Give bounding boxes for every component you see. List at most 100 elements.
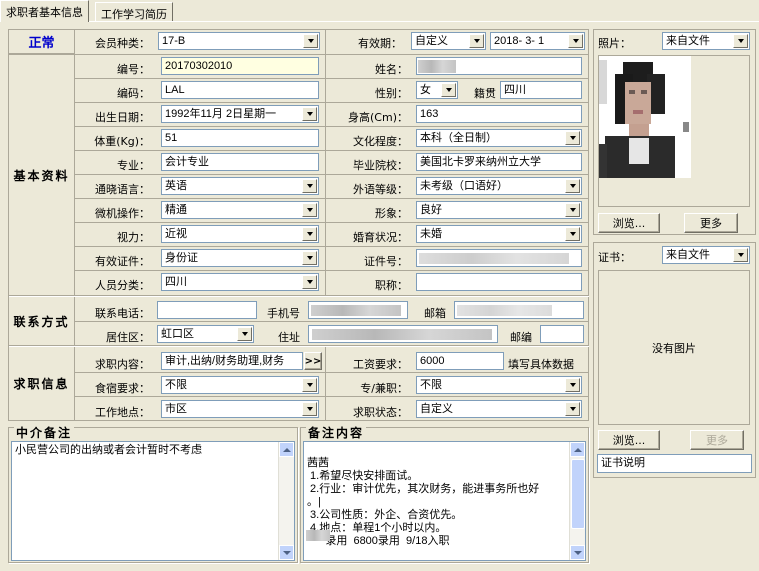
height-input[interactable]: 163 [416,105,582,123]
foreign-level-select[interactable]: 未考级（口语好） [416,177,582,195]
certificate-desc-input[interactable]: 证书说明 [597,454,752,473]
gender-label: 性别： [375,87,408,100]
board-select[interactable]: 不限 [161,376,319,394]
chevron-down-icon [565,378,580,392]
redacted-block [306,530,330,541]
divider [75,150,589,151]
section-contact-label: 联系方式 [9,297,75,345]
remarks-line: 3.公司性质：外企、合资优先。 [307,509,463,521]
school-label: 毕业院校： [353,159,408,172]
scrollbar[interactable] [278,442,294,560]
zip-input[interactable] [540,325,584,343]
scroll-thumb[interactable] [571,459,585,529]
phone-input[interactable] [157,301,257,319]
address-label: 住址 [278,331,300,344]
native-input[interactable]: 四川 [500,81,582,99]
chevron-down-icon [302,107,317,121]
tab-basic-info[interactable]: 求职者基本信息 [0,0,89,22]
birth-date-picker[interactable]: 1992年11月 2日星期一 [161,105,319,123]
redacted-block [418,60,456,73]
scroll-up-icon[interactable] [279,442,294,457]
vision-label: 视力： [117,231,150,244]
chevron-down-icon [565,179,580,193]
marriage-select[interactable]: 未婚 [416,225,582,243]
image-select[interactable]: 良好 [416,201,582,219]
weight-label: 体重(Kg)： [94,135,150,148]
number-input[interactable]: 20170302010 [161,57,319,75]
district-label: 居住区： [106,331,150,344]
photo-browse-button[interactable]: 浏览... [598,213,660,233]
category-select[interactable]: 四川 [161,273,319,291]
code-label: 编码： [117,87,150,100]
divider [75,126,589,127]
gender-select[interactable]: 女 [416,81,458,99]
divider [75,222,589,223]
location-label: 工作地点： [95,406,150,419]
scrollbar[interactable] [569,442,585,560]
chevron-down-icon [302,227,317,241]
remarks-line: 1.希望尽快安排面试。 [307,470,419,482]
salary-input[interactable]: 6000 [416,352,504,370]
remarks-text: 茜茜 1.希望尽快安排面试。 2.行业：审计优先，其次财务，能进事务所也好 。| … [307,444,582,560]
job-content-more-button[interactable]: >> [304,352,322,370]
remarks-line: 录用 6800录用 9/18入职 [307,535,450,547]
location-select[interactable]: 市区 [161,400,319,418]
title-label: 职称： [375,279,408,292]
photo-source-select[interactable]: 来自文件 [662,32,750,50]
agent-notes-textarea[interactable]: 小民营公司的出纳或者会计暂时不考虑 [11,441,295,561]
chevron-down-icon [303,34,318,48]
computer-label: 微机操作： [95,207,150,220]
photo-label: 照片： [598,37,631,50]
major-input[interactable]: 会计专业 [161,153,319,171]
marriage-label: 婚育状况： [353,231,408,244]
language-select[interactable]: 英语 [161,177,319,195]
chevron-down-icon [565,402,580,416]
chevron-down-icon [733,34,748,48]
weight-input[interactable]: 51 [161,129,319,147]
remarks-line: 茜茜 [307,457,329,469]
remarks-textarea[interactable]: 茜茜 1.希望尽快安排面试。 2.行业：审计优先，其次财务，能进事务所也好 。| … [303,441,586,561]
chevron-down-icon [441,83,456,97]
education-select[interactable]: 本科（全日制） [416,129,582,147]
tab-resume[interactable]: 工作学习简历 [95,2,173,22]
remarks-title: 备注内容 [306,424,367,441]
education-label: 文化程度： [353,135,408,148]
redacted-block [457,305,552,316]
title-input[interactable] [416,273,582,291]
divider [75,78,589,79]
agent-notes-title: 中介备注 [14,424,75,441]
major-label: 专业： [117,159,150,172]
certificate-empty-text: 没有图片 [652,341,696,355]
district-select[interactable]: 虹口区 [157,325,254,343]
scroll-down-icon[interactable] [570,545,585,560]
chevron-down-icon [302,203,317,217]
id-doc-select[interactable]: 身份证 [161,249,319,267]
certificate-label: 证书： [598,251,631,264]
redacted-block [312,329,492,340]
id-doc-label: 有效证件： [95,255,150,268]
status-label: 正常 [9,30,75,54]
computer-select[interactable]: 精通 [161,201,319,219]
job-content-input[interactable]: 审计,出纳/财务助理,财务 [161,352,303,370]
vision-select[interactable]: 近视 [161,225,319,243]
chevron-down-icon [733,248,748,262]
scroll-down-icon[interactable] [279,545,294,560]
chevron-down-icon [565,203,580,217]
school-input[interactable]: 美国北卡罗来纳州立大学 [416,153,582,171]
native-label: 籍贯 [474,87,496,100]
validity-type-select[interactable]: 自定义 [411,32,486,50]
membership-select[interactable]: 17-B [158,32,320,50]
category-label: 人员分类： [95,279,150,292]
photo-more-button[interactable]: 更多 [684,213,738,233]
scroll-up-icon[interactable] [570,442,585,457]
fulltime-select[interactable]: 不限 [416,376,582,394]
height-label: 身高(Cm)： [348,111,408,124]
chevron-down-icon [302,251,317,265]
certificate-browse-button[interactable]: 浏览... [598,430,660,450]
certificate-more-button[interactable]: 更多 [690,430,744,450]
certificate-source-select[interactable]: 来自文件 [662,246,750,264]
salary-hint: 填写具体数据 [508,358,574,371]
job-state-select[interactable]: 自定义 [416,400,582,418]
code-input[interactable]: LAL [161,81,319,99]
validity-date-picker[interactable]: 2018- 3- 1 [490,32,585,50]
